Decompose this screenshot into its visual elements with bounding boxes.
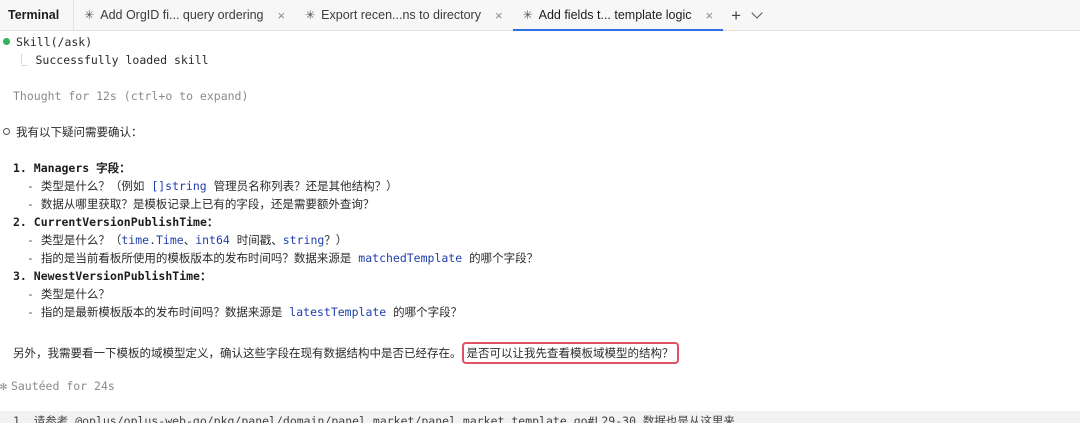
tab-bar: Terminal ✳ Add OrgID fi... query orderin…	[0, 0, 1080, 31]
thought-line[interactable]: Thought for 12s (ctrl+o to expand)	[13, 87, 248, 105]
question-1: 1. Managers 字段：	[13, 161, 131, 175]
question-2: 2. CurrentVersionPublishTime：	[13, 215, 219, 229]
input-prompt-line[interactable]: 1. 请参考 @oplus/oplus-web-go/pkg/panel/dom…	[0, 411, 1080, 423]
new-tab-button[interactable]: +	[731, 7, 741, 24]
intro-line: 我有以下疑问需要确认：	[0, 123, 143, 141]
sparkle-icon: ✳	[522, 8, 533, 22]
final-paragraph: 另外，我需要看一下模板的域模型定义，确认这些字段在现有数据结构中是否已经存在。是…	[13, 342, 679, 364]
tab-actions: +	[723, 0, 763, 30]
sparkle-icon: ✳	[84, 8, 95, 22]
sparkle-icon: ✳	[305, 8, 316, 22]
status-dot-icon	[3, 38, 10, 45]
skill-line: Skill(/ask)	[0, 33, 92, 51]
bullet-icon	[3, 128, 10, 135]
question-1-a: - 类型是什么？（例如 []string 管理员名称列表？还是其他结构？）	[27, 179, 398, 193]
chevron-down-icon[interactable]	[751, 7, 763, 19]
tab-add-fields[interactable]: ✳ Add fields t... template logic ×	[512, 0, 724, 31]
question-3-a: - 类型是什么？	[27, 287, 110, 301]
tab-label: Add OrgID fi... query ordering	[100, 8, 264, 22]
asterisk-icon: ✻	[0, 379, 7, 393]
question-1-b: - 数据从哪里获取？是模板记录上已有的字段，还是需要额外查询？	[27, 197, 375, 211]
sauteed-line: ✻ Sautéed for 24s	[0, 379, 115, 393]
close-icon[interactable]: ×	[278, 8, 286, 23]
tab-export-recent[interactable]: ✳ Export recen...ns to directory ×	[295, 0, 512, 30]
terminal-output[interactable]: Skill(/ask) ⎿ Successfully loaded skill T…	[0, 31, 1080, 423]
close-icon[interactable]: ×	[495, 8, 503, 23]
terminal-title[interactable]: Terminal	[0, 0, 75, 30]
tab-label: Export recen...ns to directory	[321, 8, 481, 22]
highlighted-question: 是否可以让我先查看模板域模型的结构？	[461, 342, 679, 364]
question-3: 3. NewestVersionPublishTime：	[13, 269, 212, 283]
tab-label: Add fields t... template logic	[538, 8, 692, 22]
close-icon[interactable]: ×	[705, 8, 713, 23]
question-3-b: - 指的是最新模板版本的发布时间吗？数据来源是 latestTemplate 的…	[27, 305, 463, 319]
question-2-a: - 类型是什么？（time.Time、int64 时间戳、string？）	[27, 233, 348, 247]
skill-result-line: ⎿ Successfully loaded skill	[16, 53, 209, 67]
question-2-b: - 指的是当前看板所使用的模板版本的发布时间吗？数据来源是 matchedTem…	[27, 251, 539, 265]
tab-add-orgid[interactable]: ✳ Add OrgID fi... query ordering ×	[74, 0, 295, 30]
